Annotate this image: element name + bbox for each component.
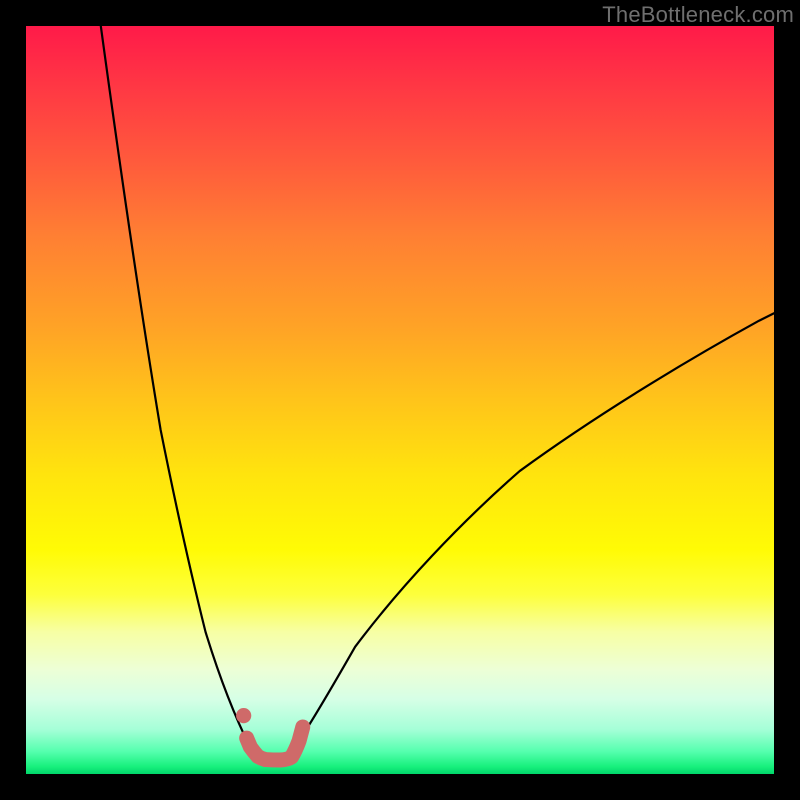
right-curve	[292, 313, 774, 751]
highlight-u	[247, 727, 303, 760]
left-curve	[101, 26, 254, 752]
chart-svg	[26, 26, 774, 774]
chart-frame	[26, 26, 774, 774]
highlight-dot	[236, 708, 251, 723]
watermark-text: TheBottleneck.com	[602, 2, 794, 28]
